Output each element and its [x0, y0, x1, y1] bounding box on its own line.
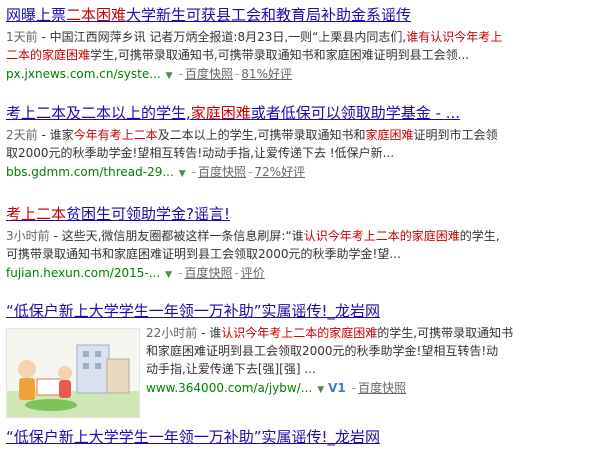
search-result: 网曝上票二本困难大学新生可获县工会和教育局补助金系谣传 1天前 - 中国江西网萍…: [6, 6, 594, 85]
search-result: “低保户新上大学学生一年领一万补助”实属谣传!_龙岩网: [6, 428, 594, 446]
result-thumbnail[interactable]: [6, 328, 140, 418]
rating-link[interactable]: 72%好评: [254, 165, 305, 179]
result-title-link[interactable]: 网曝上票二本困难大学新生可获县工会和教育局补助金系谣传: [6, 6, 594, 24]
dropdown-arrow-icon[interactable]: ▼: [317, 385, 324, 395]
rating-link[interactable]: 81%好评: [241, 67, 292, 81]
dropdown-arrow-icon[interactable]: ▼: [165, 270, 172, 280]
illustration-thumbnail-icon: [7, 329, 139, 417]
search-result: “低保户新上大学学生一年领一万补助”实属谣传!_龙岩网 22小时前 - 谁认识今…: [6, 302, 594, 420]
result-time: 22小时前: [146, 326, 198, 340]
cache-link[interactable]: 百度快照: [198, 165, 246, 179]
verified-badge-icon[interactable]: V1: [328, 381, 346, 395]
result-title-link[interactable]: “低保户新上大学学生一年领一万补助”实属谣传!_龙岩网: [6, 428, 594, 446]
result-url[interactable]: www.364000.com/a/jybw/...: [146, 381, 312, 395]
result-title-link[interactable]: “低保户新上大学学生一年领一万补助”实属谣传!_龙岩网: [6, 302, 594, 320]
rating-link[interactable]: 评价: [241, 266, 265, 280]
result-abstract: 22小时前 - 谁认识今年考上二本的家庭困难的学生,可携带录取通知书 和家庭困难…: [146, 326, 514, 376]
dropdown-arrow-icon[interactable]: ▼: [179, 169, 186, 179]
result-abstract: 3小时前 - 这些天,微信朋友圈都被这样一条信息刷屏:“谁认识今年考上二本的家庭…: [6, 229, 500, 261]
result-url[interactable]: fujian.hexun.com/2015-...: [6, 266, 160, 280]
search-result: 考上二本贫困生可领助学金?谣言! 3小时前 - 这些天,微信朋友圈都被这样一条信…: [6, 205, 594, 284]
result-body: 22小时前 - 谁认识今年考上二本的家庭困难的学生,可携带录取通知书 和家庭困难…: [146, 324, 594, 399]
result-url[interactable]: px.jxnews.com.cn/syste...: [6, 67, 161, 81]
result-abstract: 1天前 - 中国江西网萍乡讯 记者万炳全报道:8月23日,一则“上栗县内同志们,…: [6, 30, 503, 62]
search-result: 考上二本及二本以上的学生,家庭困难或者低保可以领取助学基金 - ... 2天前 …: [6, 104, 594, 183]
cache-link[interactable]: 百度快照: [358, 381, 406, 395]
dropdown-arrow-icon[interactable]: ▼: [166, 71, 173, 81]
result-title-link[interactable]: 考上二本贫困生可领助学金?谣言!: [6, 205, 594, 223]
result-meta: bbs.gdmm.com/thread-29... ▼ - 百度快照 -72%好评: [6, 165, 306, 179]
result-abstract: 2天前 - 谁家今年有考上二本及二本以上的学生,可携带录取通知书和家庭困难证明到…: [6, 128, 498, 160]
cache-link[interactable]: 百度快照: [184, 266, 232, 280]
cache-link[interactable]: 百度快照: [185, 67, 233, 81]
result-meta: www.364000.com/a/jybw/... ▼ V1- 百度快照: [146, 381, 407, 395]
result-title-link[interactable]: 考上二本及二本以上的学生,家庭困难或者低保可以领取助学基金 - ...: [6, 104, 594, 122]
result-url[interactable]: bbs.gdmm.com/thread-29...: [6, 165, 174, 179]
result-meta: px.jxnews.com.cn/syste... ▼ - 百度快照 -81%好评: [6, 67, 292, 81]
result-time: 2天前: [6, 128, 38, 142]
result-time: 1天前: [6, 30, 38, 44]
result-meta: fujian.hexun.com/2015-... ▼ - 百度快照 - 评价: [6, 266, 265, 280]
result-time: 3小时前: [6, 229, 50, 243]
search-results: 网曝上票二本困难大学新生可获县工会和教育局补助金系谣传 1天前 - 中国江西网萍…: [0, 0, 600, 450]
